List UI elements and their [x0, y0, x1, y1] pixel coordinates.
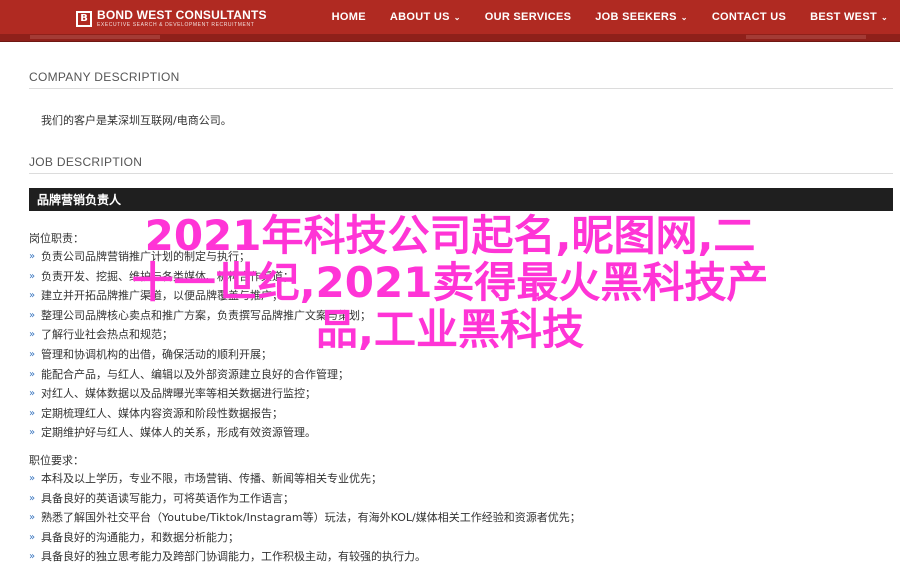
- main-nav: HOME ABOUT US ⌄ OUR SERVICES JOB SEEKERS ⌄ CON…: [320, 0, 900, 34]
- duties-list: » 负责公司品牌营销推广计划的制定与执行； » 负责开发、挖掘、维护与各类媒体、机构合…: [29, 247, 371, 443]
- caret-down-icon: ⌄: [880, 12, 888, 22]
- chevron-right-icon: »: [29, 329, 36, 341]
- list-item-text: 负责开发、挖掘、维护与各类媒体、机构合作渠道；: [41, 269, 294, 283]
- chevron-right-icon: »: [29, 251, 36, 262]
- subbar-right-strip: [746, 35, 866, 39]
- list-item: » 能配合产品，与红人、编辑以及外部资源建立良好的合作管理；: [29, 365, 371, 385]
- nav-item-our-services[interactable]: OUR SERVICES: [473, 11, 584, 23]
- list-item: » 本科及以上学历，专业不限，市场营销、传播、新闻等相关专业优先；: [29, 469, 581, 489]
- job-content: COMPANY DESCRIPTION 我们的客户是某深圳互联网/电商公司。 J…: [0, 42, 900, 572]
- chevron-right-icon: »: [29, 492, 36, 504]
- chevron-right-icon: »: [29, 368, 36, 380]
- nav-item-home[interactable]: HOME: [320, 11, 378, 23]
- nav-item-best-west[interactable]: BEST WEST ⌄: [798, 11, 900, 23]
- nav-item-label: JOB SEEKERS: [595, 11, 677, 23]
- nav-item-contact-us[interactable]: CONTACT US: [700, 11, 798, 23]
- company-divider: [29, 88, 893, 89]
- chevron-right-icon: »: [29, 407, 36, 419]
- list-item-text: 管理和协调机构的出借，确保活动的顺利开展；: [41, 347, 272, 361]
- chevron-right-icon: »: [29, 531, 36, 543]
- caret-down-icon: ⌄: [680, 12, 688, 22]
- list-item-text: 整理公司品牌核心卖点和推广方案，负责撰写品牌推广文案与策划；: [41, 308, 371, 322]
- nav-item-about-us[interactable]: ABOUT US ⌄: [378, 11, 473, 23]
- job-section-title: JOB DESCRIPTION: [29, 155, 143, 169]
- requirements-list: » 本科及以上学历，专业不限，市场营销、传播、新闻等相关专业优先； » 具备良好的英语…: [29, 469, 581, 567]
- list-item: » 管理和协调机构的出借，确保活动的顺利开展；: [29, 345, 371, 365]
- list-item-text: 本科及以上学历，专业不限，市场营销、传播、新闻等相关专业优先；: [41, 472, 382, 485]
- duties-label: 岗位职责：: [29, 232, 84, 245]
- list-item-text: 熟悉了解国外社交平台（Youtube/Tiktok/Instagram等）玩法，…: [41, 511, 581, 525]
- brand-logo[interactable]: B BOND WEST CONSULTANTS EXECUTIVE SEARCH…: [76, 9, 267, 28]
- list-item-text: 定期维护好与红人、媒体人的关系，形成有效资源管理。: [41, 426, 316, 440]
- list-item: » 定期维护好与红人、媒体人的关系，形成有效资源管理。: [29, 423, 371, 443]
- subbar-left-strip: [30, 35, 160, 39]
- list-item-text: 对红人、媒体数据以及品牌曝光率等相关数据进行监控；: [41, 387, 316, 401]
- list-item: » 具备良好的英语读写能力，可将英语作为工作语言；: [29, 489, 581, 509]
- list-item: » 具备良好的独立思考能力及跨部门协调能力，工作积极主动，有较强的执行力。: [29, 547, 581, 567]
- list-item-text: 具备良好的独立思考能力及跨部门协调能力，工作积极主动，有较强的执行力。: [41, 550, 426, 564]
- chevron-right-icon: »: [29, 309, 36, 321]
- chevron-right-icon: »: [29, 512, 36, 524]
- list-item: » 定期梳理红人、媒体内容资源和阶段性数据报告；: [29, 404, 371, 424]
- nav-item-label: BEST WEST: [810, 11, 877, 23]
- list-item: » 了解行业社会热点和规范；: [29, 325, 371, 345]
- list-item-text: 了解行业社会热点和规范；: [41, 328, 173, 342]
- list-item-text: 建立并开拓品牌推广渠道，以便品牌覆盖与推广；: [41, 289, 283, 303]
- brand-name: BOND WEST CONSULTANTS: [97, 8, 267, 22]
- nav-item-label: HOME: [331, 11, 366, 23]
- chevron-right-icon: »: [29, 348, 36, 360]
- nav-item-label: CONTACT US: [711, 11, 787, 23]
- logo-icon: B: [76, 10, 92, 27]
- requirements-label: 职位要求：: [29, 454, 84, 467]
- chevron-right-icon: »: [29, 270, 36, 282]
- list-item-text: 能配合产品，与红人、编辑以及外部资源建立良好的合作管理；: [41, 367, 349, 381]
- nav-subbar: [0, 34, 900, 42]
- list-item-text: 定期梳理红人、媒体内容资源和阶段性数据报告；: [41, 406, 283, 420]
- list-item: » 熟悉了解国外社交平台（Youtube/Tiktok/Instagram等）玩法…: [29, 508, 581, 528]
- nav-item-label: ABOUT US: [389, 11, 450, 23]
- list-item-text: 负责公司品牌营销推广计划的制定与执行；: [41, 250, 250, 263]
- job-divider: [29, 173, 893, 174]
- nav-item-label: OUR SERVICES: [484, 11, 572, 23]
- list-item: » 负责开发、挖掘、维护与各类媒体、机构合作渠道；: [29, 267, 371, 287]
- list-item: » 具备良好的沟通能力，和数据分析能力；: [29, 528, 581, 548]
- nav-item-job-seekers[interactable]: JOB SEEKERS ⌄: [583, 11, 700, 23]
- list-item: » 整理公司品牌核心卖点和推广方案，负责撰写品牌推广文案与策划；: [29, 306, 371, 326]
- brand-tagline: EXECUTIVE SEARCH & DEVELOPMENT RECRUITME…: [97, 22, 255, 28]
- list-item: » 建立并开拓品牌推广渠道，以便品牌覆盖与推广；: [29, 286, 371, 306]
- list-item-text: 具备良好的沟通能力，和数据分析能力；: [41, 530, 239, 544]
- job-title-banner: 品牌营销负责人: [29, 188, 893, 211]
- company-description-text: 我们的客户是某深圳互联网/电商公司。: [41, 114, 232, 127]
- chevron-right-icon: »: [29, 290, 36, 302]
- chevron-right-icon: »: [29, 427, 36, 439]
- chevron-right-icon: »: [29, 551, 36, 563]
- list-item: » 对红人、媒体数据以及品牌曝光率等相关数据进行监控；: [29, 384, 371, 404]
- company-section-title: COMPANY DESCRIPTION: [29, 70, 180, 84]
- caret-down-icon: ⌄: [453, 12, 461, 22]
- list-item-text: 具备良好的英语读写能力，可将英语作为工作语言；: [41, 491, 294, 505]
- list-item: » 负责公司品牌营销推广计划的制定与执行；: [29, 247, 371, 267]
- chevron-right-icon: »: [29, 473, 36, 484]
- chevron-right-icon: »: [29, 388, 36, 400]
